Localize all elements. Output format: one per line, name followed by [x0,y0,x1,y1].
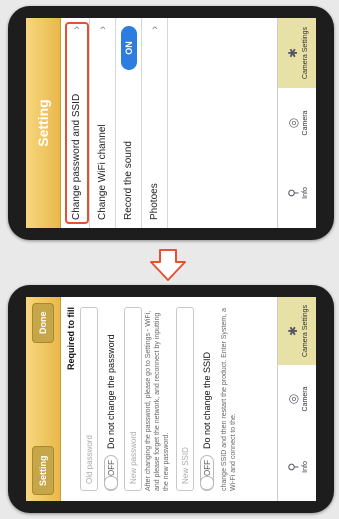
old-password-field[interactable]: Old password [80,307,98,491]
password-switch-line: OFF Do not change the password [102,307,120,491]
camera-icon: ◎ [285,117,300,129]
row-label: Change WiFi channel [97,124,108,220]
phone-after: Setting Done Required to fill Old passwo… [8,285,334,513]
row-label: Photoes [149,183,160,220]
switch-state: OFF [202,460,212,476]
chevron-right-icon: › [148,26,161,30]
record-sound-toggle[interactable]: ON [120,26,137,70]
switch-knob [200,476,214,490]
wrench-icon: ✱ [285,325,300,337]
tab-label: Camera [301,386,309,412]
tab-bar: ⚲ Info ◎ Camera ✱ Camera Settings [277,18,316,228]
tab-label: Info [301,187,309,199]
navbar-title: Setting [26,18,61,228]
tab-camera-settings[interactable]: ✱ Camera Settings [278,18,316,88]
new-password-field[interactable]: New password [124,307,142,491]
down-arrow-icon [150,249,186,281]
tab-info[interactable]: ⚲ Info [278,158,316,228]
new-ssid-field[interactable]: New SSID [176,307,194,491]
antenna-icon: ⚲ [285,462,300,472]
row-record-sound: Record the sound ON [116,18,142,228]
tab-label: Info [301,461,309,473]
back-button-setting[interactable]: Setting [32,446,54,495]
camera-icon: ◎ [285,393,300,405]
password-off-switch[interactable]: OFF [104,455,118,491]
wrench-icon: ✱ [285,47,300,59]
ssid-note: change SSID and then restart the product… [221,308,237,491]
tab-camera[interactable]: ◎ Camera [278,88,316,158]
screen-before: Setting Change password and SSID › Chang… [26,18,316,228]
row-photoes[interactable]: Photoes › [142,18,168,228]
tab-label: Camera Settings [301,304,309,358]
tab-camera-settings[interactable]: ✱ Camera Settings [278,297,316,365]
row-label: Record the sound [123,141,134,220]
ssid-switch-line: OFF Do not change the SSID [198,307,216,491]
ssid-off-switch[interactable]: OFF [200,455,214,491]
required-label: Required to fill [66,307,76,370]
row-change-wifi-channel[interactable]: Change WiFi channel › [90,18,116,228]
switch-label: Do not change the SSID [202,351,212,449]
switch-label: Do not change the password [106,334,116,449]
tab-camera[interactable]: ◎ Camera [278,365,316,433]
screen-after: Setting Done Required to fill Old passwo… [26,297,316,501]
tab-label: Camera [301,110,309,136]
phone-before: Setting Change password and SSID › Chang… [8,6,334,240]
tab-label: Camera Settings [301,26,309,80]
tab-bar: ⚲ Info ◎ Camera ✱ Camera Settings [277,297,316,501]
switch-state: OFF [106,460,116,476]
chevron-right-icon: › [96,26,109,30]
antenna-icon: ⚲ [285,188,300,198]
tab-info[interactable]: ⚲ Info [278,433,316,501]
highlight-box [65,22,89,224]
password-note: After changing the password, please go t… [145,310,170,491]
switch-knob [104,476,118,490]
done-button[interactable]: Done [32,303,54,343]
navbar: Setting Done [26,297,61,501]
